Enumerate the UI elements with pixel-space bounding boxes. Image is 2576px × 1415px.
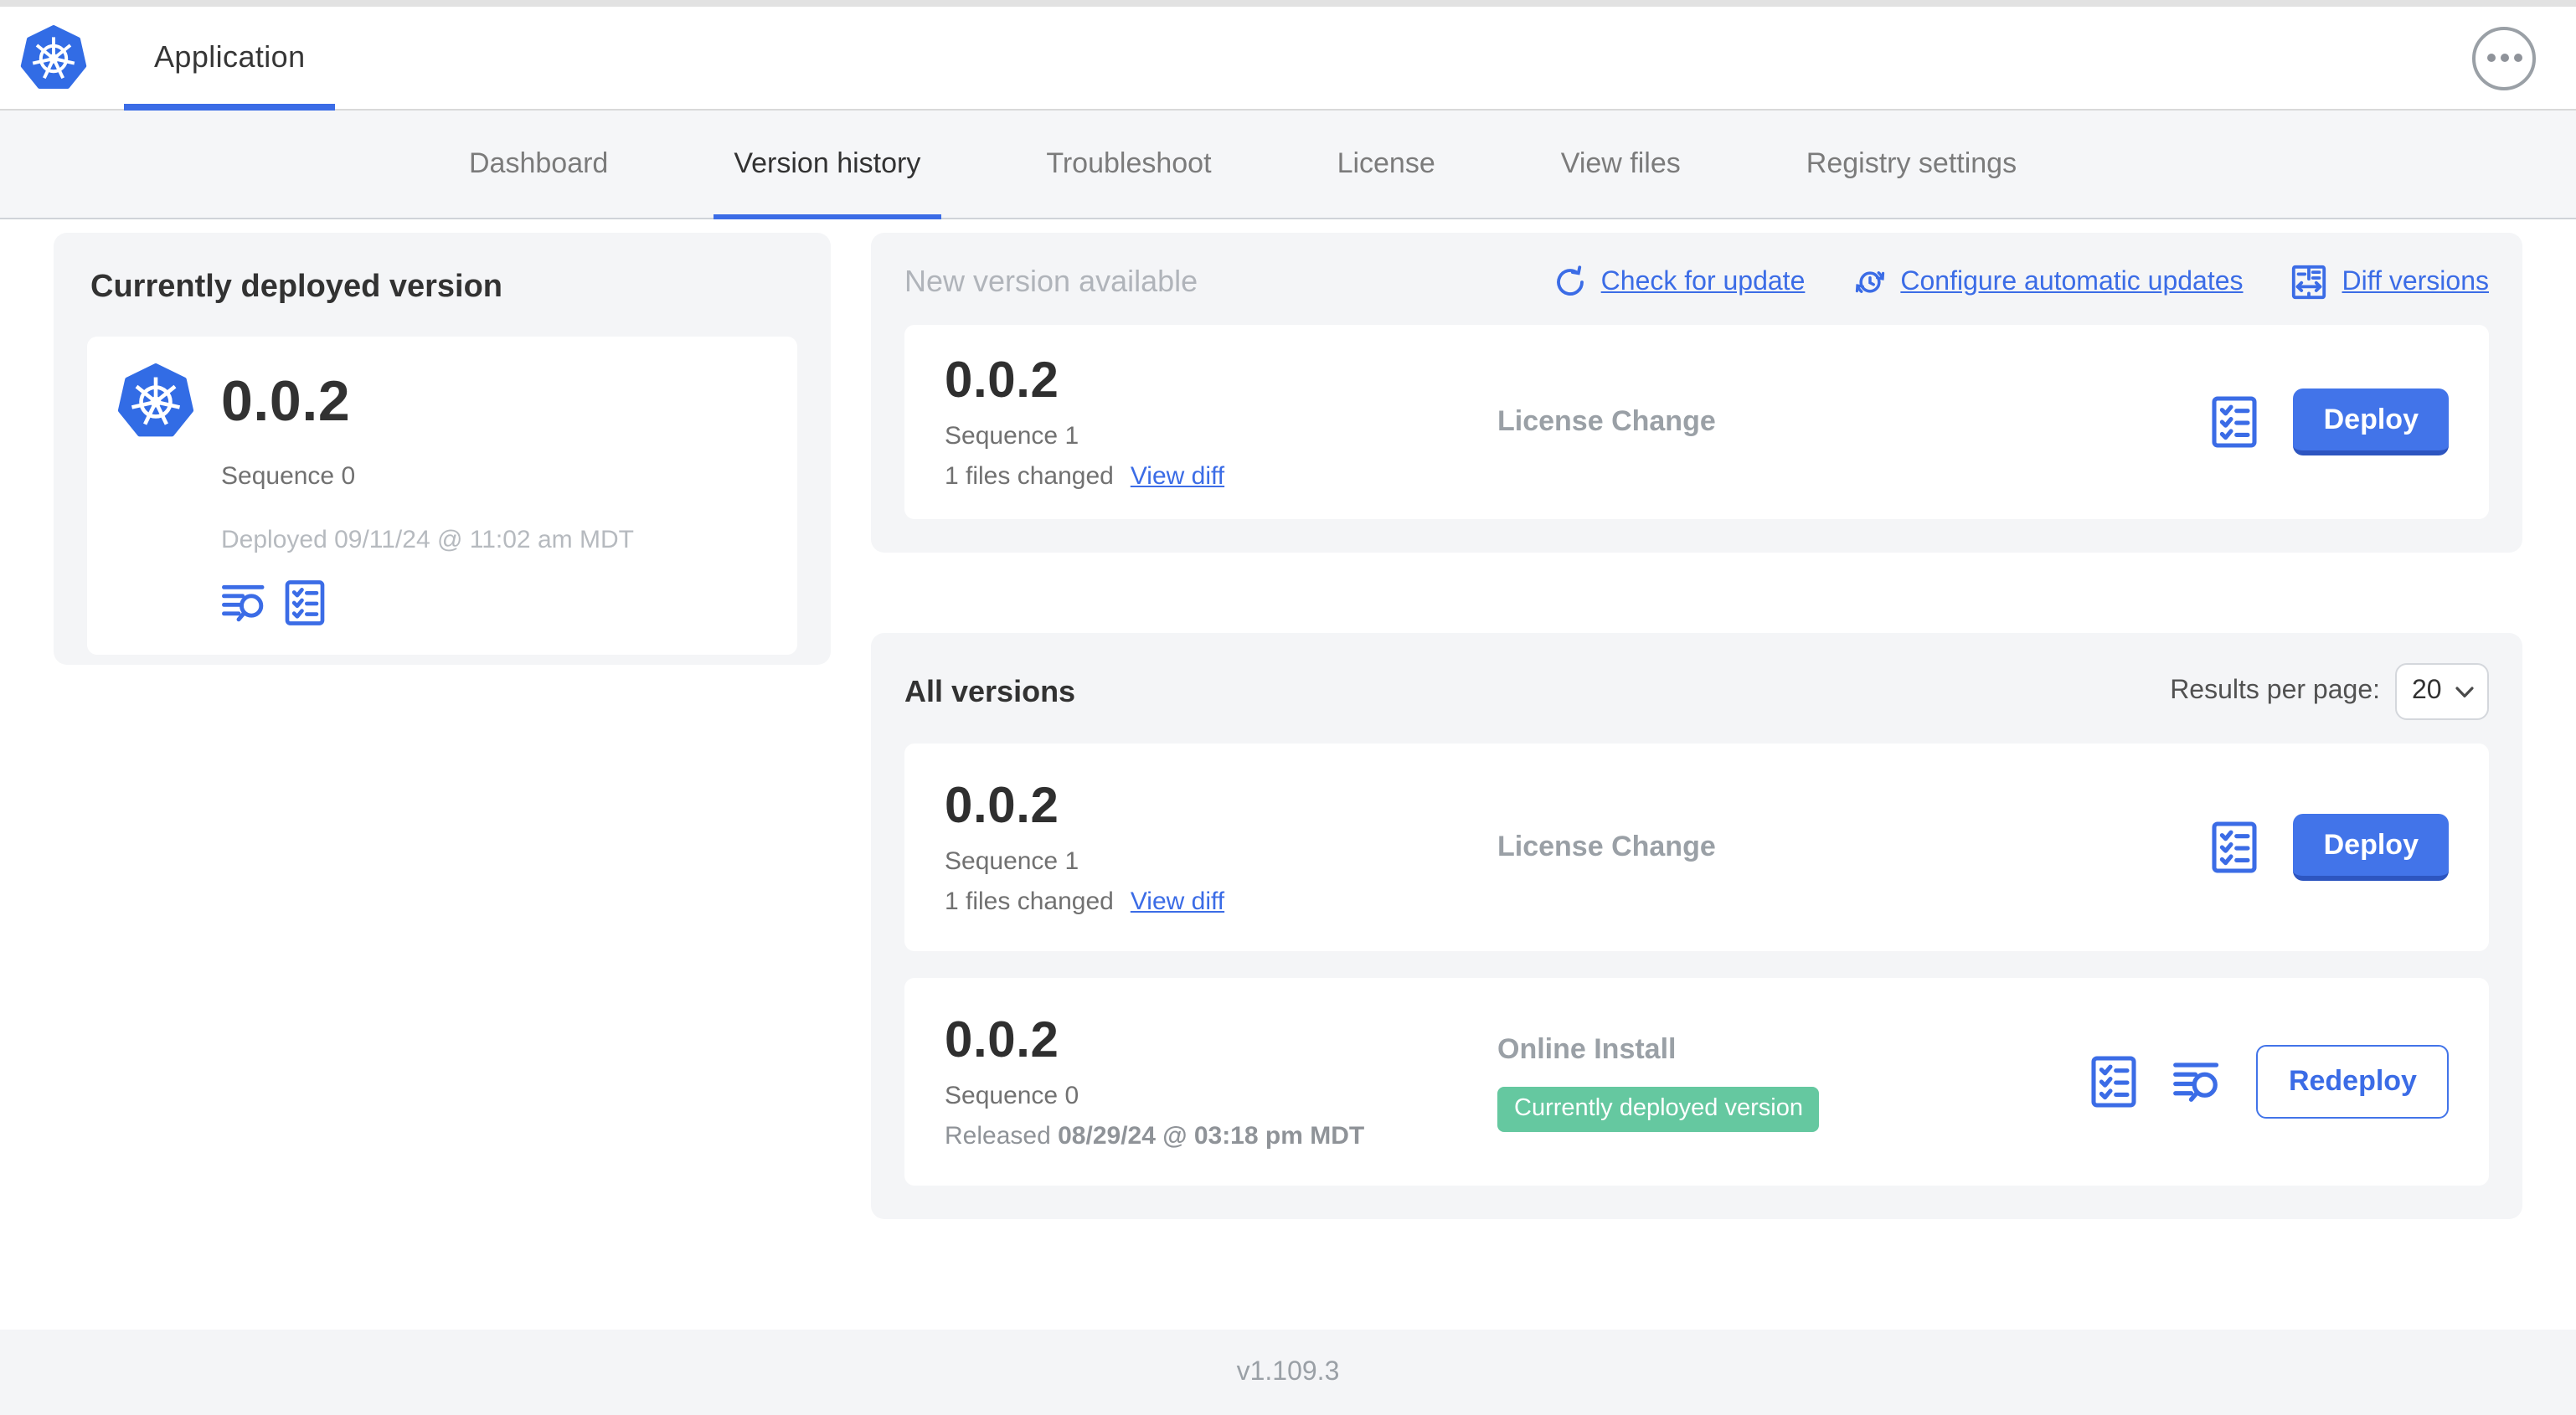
versions-column: New version available Check for update C… (871, 233, 2522, 1330)
kubernetes-app-icon (117, 363, 194, 440)
version-number: 0.0.2 (945, 1013, 1059, 1068)
active-app-tab-underline (124, 104, 336, 111)
redeploy-button[interactable]: Redeploy (2256, 1045, 2449, 1119)
more-options-button[interactable] (2472, 26, 2536, 90)
view-diff-link[interactable]: View diff (1131, 888, 1224, 916)
new-version-panel: New version available Check for update C… (871, 233, 2522, 553)
view-preflight-checks-button[interactable] (283, 579, 327, 626)
tab-dashboard[interactable]: Dashboard (449, 111, 628, 218)
current-version-number: 0.0.2 (221, 369, 351, 433)
version-number: 0.0.2 (945, 353, 1059, 409)
logs-icon (221, 581, 268, 625)
checklist-icon (2210, 395, 2260, 449)
all-versions-title: All versions (904, 674, 1076, 708)
checklist-icon (283, 579, 327, 626)
currently-deployed-title: Currently deployed version (90, 270, 503, 305)
chevron-down-icon (2455, 686, 2474, 697)
deploy-button[interactable]: Deploy (2293, 814, 2449, 881)
preflight-checks-button[interactable] (2210, 395, 2260, 449)
files-changed-label: 1 files changed (945, 888, 1114, 916)
main-content: Currently deployed version 0.0.2 Sequenc… (0, 219, 2576, 1330)
version-sequence: Sequence 1 (945, 422, 1079, 450)
kubernetes-logo-icon (20, 24, 87, 91)
currently-deployed-panel: Currently deployed version 0.0.2 Sequenc… (54, 233, 831, 665)
view-diff-link[interactable]: View diff (1131, 462, 1224, 491)
app-tab-label: Application (154, 40, 306, 74)
ellipsis-icon (2486, 54, 2522, 62)
version-released-date: Released 08/29/24 @ 03:18 pm MDT (945, 1122, 1365, 1150)
currently-deployed-badge: Currently deployed version (1497, 1086, 1820, 1131)
checklist-icon (2089, 1055, 2140, 1109)
checklist-icon (2210, 821, 2260, 874)
version-actions: Check for update Configure automatic upd… (1553, 263, 2489, 301)
results-per-page-value: 20 (2412, 677, 2442, 705)
window-top-strip (0, 0, 2576, 7)
version-sequence: Sequence 1 (945, 847, 1079, 876)
auto-update-icon (1852, 265, 1887, 300)
check-for-update-link[interactable]: Check for update (1553, 265, 1805, 300)
version-source-label: License Change (1497, 405, 1716, 437)
tab-view-files[interactable]: View files (1541, 111, 1701, 218)
view-deploy-logs-button[interactable] (221, 581, 268, 625)
tab-license[interactable]: License (1317, 111, 1455, 218)
new-version-card: 0.0.2 Sequence 1 1 files changed View di… (904, 325, 2489, 519)
configure-automatic-updates-link[interactable]: Configure automatic updates (1852, 265, 2244, 300)
tab-troubleshoot[interactable]: Troubleshoot (1026, 111, 1231, 218)
diff-versions-link[interactable]: Diff versions (2290, 263, 2489, 301)
version-row: 0.0.2 Sequence 0 Released 08/29/24 @ 03:… (904, 978, 2489, 1186)
current-version-sequence: Sequence 0 (221, 462, 356, 491)
version-sequence: Sequence 0 (945, 1082, 1079, 1110)
version-source-label: License Change (1497, 831, 1716, 862)
version-source-label: Online Install (1497, 1032, 1677, 1064)
app-footer: v1.109.3 (0, 1330, 2576, 1415)
tab-registry-settings[interactable]: Registry settings (1786, 111, 2037, 218)
deploy-button[interactable]: Deploy (2293, 388, 2449, 455)
results-per-page-select[interactable]: 20 (2395, 663, 2489, 720)
results-per-page-label: Results per page: (2170, 677, 2380, 705)
diff-icon (2290, 263, 2329, 301)
tab-version-history[interactable]: Version history (714, 111, 940, 219)
all-versions-panel: All versions Results per page: 20 0.0.2 … (871, 633, 2522, 1219)
view-deploy-logs-button[interactable] (2173, 1058, 2223, 1105)
current-version-deployed-date: Deployed 09/11/24 @ 11:02 am MDT (221, 526, 634, 554)
subnav-tabs: Dashboard Version history Troubleshoot L… (0, 111, 2576, 219)
new-version-title: New version available (904, 265, 1198, 298)
current-version-column: Currently deployed version 0.0.2 Sequenc… (54, 233, 831, 1330)
results-per-page: Results per page: 20 (2170, 663, 2489, 720)
app-tab-application[interactable]: Application (124, 7, 336, 111)
refresh-icon (1553, 265, 1588, 300)
preflight-checks-button[interactable] (2089, 1055, 2140, 1109)
files-changed-label: 1 files changed (945, 462, 1114, 491)
app-window: Application Dashboard Version history Tr… (0, 0, 2576, 1415)
console-version-label: v1.109.3 (1236, 1357, 1340, 1386)
preflight-checks-button[interactable] (2210, 821, 2260, 874)
app-header: Application (0, 7, 2576, 111)
logs-icon (2173, 1058, 2223, 1105)
version-number: 0.0.2 (945, 779, 1059, 834)
currently-deployed-card: 0.0.2 Sequence 0 Deployed 09/11/24 @ 11:… (87, 337, 797, 655)
version-row: 0.0.2 Sequence 1 1 files changed View di… (904, 744, 2489, 951)
